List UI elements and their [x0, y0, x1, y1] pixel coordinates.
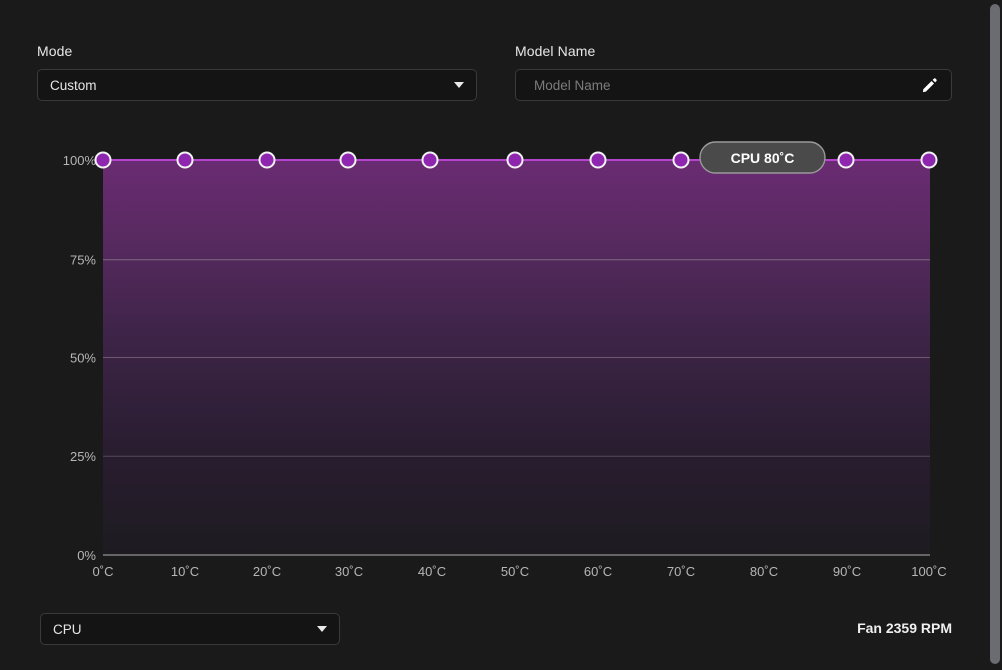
data-point-handle[interactable] — [339, 151, 357, 169]
x-tick-label: 60˚C — [584, 564, 612, 579]
data-point-handle[interactable] — [421, 151, 439, 169]
data-point-handle[interactable] — [672, 151, 690, 169]
mode-select[interactable]: Custom — [37, 69, 477, 101]
data-point-handle[interactable] — [589, 151, 607, 169]
model-name-input[interactable] — [534, 77, 917, 93]
x-tick-label: 90˚C — [833, 564, 861, 579]
crosshair-tooltip: CPU 80˚C — [699, 141, 826, 174]
data-point-handle[interactable] — [920, 151, 938, 169]
y-tick-label: 50% — [70, 351, 96, 366]
y-axis-labels: 100% 75% 50% 25% 0% — [63, 153, 97, 563]
x-tick-label: 0˚C — [93, 564, 114, 579]
chart-canvas[interactable]: 100% 75% 50% 25% 0% CPU 80˚C 0˚C 10˚C 20… — [0, 120, 1002, 590]
edit-model-name-button[interactable] — [917, 73, 941, 97]
x-tick-label: 10˚C — [171, 564, 199, 579]
x-tick-label: 80˚C — [750, 564, 778, 579]
y-tick-label: 0% — [77, 548, 96, 563]
tooltip-label: CPU 80˚C — [731, 150, 795, 166]
sensor-source-select[interactable]: CPU — [40, 613, 340, 645]
data-point-handle[interactable] — [506, 151, 524, 169]
x-tick-label: 70˚C — [667, 564, 695, 579]
model-name-label: Model Name — [515, 43, 596, 59]
y-tick-label: 25% — [70, 449, 96, 464]
sensor-source-value: CPU — [53, 621, 82, 637]
y-tick-label: 100% — [63, 153, 97, 168]
x-tick-label: 100˚C — [911, 564, 946, 579]
mode-label: Mode — [37, 43, 73, 59]
data-point-handle[interactable] — [837, 151, 855, 169]
mode-select-value: Custom — [50, 77, 97, 93]
x-tick-label: 30˚C — [335, 564, 363, 579]
vertical-scrollbar[interactable] — [988, 0, 1002, 670]
x-tick-label: 40˚C — [418, 564, 446, 579]
fan-rpm-status: Fan 2359 RPM — [857, 620, 952, 636]
x-tick-label: 50˚C — [501, 564, 529, 579]
data-point-handle[interactable] — [94, 151, 112, 169]
fan-curve-panel: Mode Custom Model Name Model Name 100% 7… — [0, 0, 1002, 670]
pencil-icon — [922, 77, 937, 92]
x-axis-labels: 0˚C 10˚C 20˚C 30˚C 40˚C 50˚C 60˚C 70˚C 8… — [93, 564, 947, 579]
y-tick-label: 75% — [70, 253, 96, 268]
data-point-handle[interactable] — [258, 151, 276, 169]
x-tick-label: 20˚C — [253, 564, 281, 579]
data-point-handle[interactable] — [176, 151, 194, 169]
model-name-field[interactable] — [515, 69, 952, 101]
chevron-down-icon — [317, 626, 327, 632]
chevron-down-icon — [454, 82, 464, 88]
scrollbar-thumb[interactable] — [990, 4, 1000, 664]
fan-curve-chart[interactable]: 100% 75% 50% 25% 0% CPU 80˚C 0˚C 10˚C 20… — [0, 120, 1002, 590]
